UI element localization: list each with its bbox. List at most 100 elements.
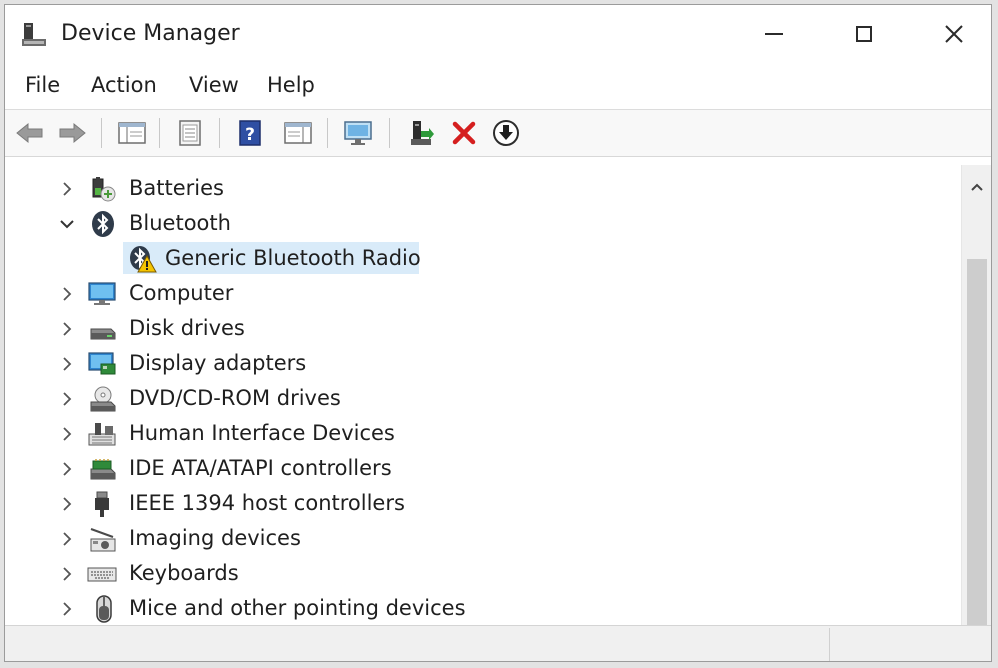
back-button[interactable] — [13, 117, 47, 149]
chevron-right-icon[interactable] — [57, 354, 77, 374]
tree-item-disk-drives[interactable]: Disk drives — [5, 312, 905, 346]
tree-item-keyboards[interactable]: Keyboards — [5, 557, 905, 591]
tree-item-label: Display adapters — [129, 351, 307, 375]
back-arrow-icon — [16, 122, 43, 144]
minimize-icon — [765, 33, 783, 35]
forward-arrow-icon — [59, 122, 86, 144]
show-hide-action-pane-button[interactable] — [281, 117, 315, 149]
tree-item-label: Human Interface Devices — [129, 421, 395, 445]
toolbar-separator — [327, 118, 328, 148]
chevron-right-icon[interactable] — [57, 179, 77, 199]
keyboard-icon — [87, 567, 117, 582]
close-icon — [945, 25, 963, 43]
tree-item-label: Computer — [129, 281, 234, 305]
tree-item-batteries[interactable]: Batteries — [5, 172, 905, 206]
chevron-right-icon[interactable] — [57, 284, 77, 304]
disable-down-arrow-icon — [493, 120, 519, 146]
uninstall-device-button[interactable] — [447, 117, 481, 149]
uninstall-x-icon — [452, 121, 476, 145]
device-manager-app-icon — [22, 23, 46, 46]
battery-icon — [92, 177, 116, 202]
tree-item-human-interface-devices[interactable]: Human Interface Devices — [5, 417, 905, 451]
disk-drive-icon — [90, 328, 116, 340]
tree-item-label: Batteries — [129, 176, 224, 200]
svg-text:?: ? — [245, 125, 255, 145]
toolbar-separator — [219, 118, 220, 148]
status-bar-divider — [829, 628, 830, 661]
tree-item-display-adapters[interactable]: Display adapters — [5, 347, 905, 381]
tree-item-label: Bluetooth — [129, 211, 231, 235]
show-hide-console-tree-button[interactable] — [115, 117, 149, 149]
chevron-right-icon[interactable] — [57, 494, 77, 514]
update-driver-button[interactable] — [403, 117, 437, 149]
tree-item-generic-bluetooth-radio[interactable]: Generic Bluetooth Radio — [5, 242, 905, 276]
tree-item-bluetooth[interactable]: Bluetooth — [5, 207, 905, 241]
chevron-down-icon[interactable] — [57, 214, 77, 234]
scroll-thumb[interactable] — [967, 259, 987, 625]
minimize-button[interactable] — [741, 5, 807, 63]
menu-file[interactable]: File — [23, 73, 62, 97]
tree-item-imaging-devices[interactable]: Imaging devices — [5, 522, 905, 556]
menu-help[interactable]: Help — [265, 73, 317, 97]
menu-view[interactable]: View — [187, 73, 241, 97]
mouse-icon — [96, 595, 112, 623]
scan-hardware-changes-button[interactable] — [341, 117, 375, 149]
window-title: Device Manager — [61, 21, 240, 46]
close-button[interactable] — [921, 5, 987, 63]
chevron-right-icon[interactable] — [57, 424, 77, 444]
tree-item-label: DVD/CD-ROM drives — [129, 386, 341, 410]
computer-icon — [88, 282, 116, 305]
disable-device-button[interactable] — [489, 117, 523, 149]
chevron-right-icon[interactable] — [57, 459, 77, 479]
chevron-right-icon[interactable] — [57, 564, 77, 584]
menu-bar: File Action View Help — [5, 63, 991, 109]
maximize-icon — [856, 26, 872, 42]
device-tree: Batteries Bluetooth Generic Bluetooth Ra… — [5, 165, 961, 625]
properties-button[interactable] — [173, 117, 207, 149]
vertical-scrollbar[interactable] — [961, 165, 991, 625]
tree-item-mice-and-other-pointing-devices[interactable]: Mice and other pointing devices — [5, 592, 905, 625]
tree-item-computer[interactable]: Computer — [5, 277, 905, 311]
toolbar-separator — [101, 118, 102, 148]
forward-button[interactable] — [55, 117, 89, 149]
bluetooth-warning-icon — [130, 246, 157, 273]
monitor-scan-icon — [344, 121, 372, 145]
tree-item-label: IEEE 1394 host controllers — [129, 491, 405, 515]
update-driver-icon — [411, 121, 434, 145]
status-bar — [5, 625, 991, 661]
bluetooth-icon — [92, 211, 114, 237]
toolbar-separator — [159, 118, 160, 148]
title-bar[interactable]: Device Manager — [5, 5, 991, 63]
maximize-button[interactable] — [831, 5, 897, 63]
tree-item-label: Keyboards — [129, 561, 239, 585]
toolbar: ? — [5, 109, 991, 157]
hid-icon — [88, 423, 116, 446]
tree-item-label: Disk drives — [129, 316, 245, 340]
help-icon: ? — [239, 120, 261, 146]
action-pane-icon — [284, 122, 312, 144]
display-adapter-icon — [88, 352, 116, 375]
help-button[interactable]: ? — [233, 117, 267, 149]
chevron-right-icon[interactable] — [57, 599, 77, 619]
camera-icon — [90, 528, 116, 552]
chevron-right-icon[interactable] — [57, 389, 77, 409]
dvd-drive-icon — [90, 386, 116, 412]
tree-item-dvd-cd-rom-drives[interactable]: DVD/CD-ROM drives — [5, 382, 905, 416]
ide-controller-icon — [90, 459, 116, 480]
device-manager-window: Device Manager File Action View Help ? B… — [4, 4, 992, 662]
tree-item-ide-ata-atapi-controllers[interactable]: IDE ATA/ATAPI controllers — [5, 452, 905, 486]
tree-item-label: Imaging devices — [129, 526, 301, 550]
tree-item-label: Generic Bluetooth Radio — [165, 246, 421, 270]
toolbar-separator — [389, 118, 390, 148]
menu-action[interactable]: Action — [89, 73, 159, 97]
tree-item-label: IDE ATA/ATAPI controllers — [129, 456, 392, 480]
chevron-right-icon[interactable] — [57, 529, 77, 549]
properties-icon — [179, 120, 201, 146]
tree-item-ieee-1394-host-controllers[interactable]: IEEE 1394 host controllers — [5, 487, 905, 521]
scroll-up-button[interactable] — [962, 175, 991, 199]
console-tree-icon — [118, 122, 146, 144]
chevron-up-icon — [971, 183, 983, 191]
ieee1394-icon — [95, 491, 109, 517]
tree-item-label: Mice and other pointing devices — [129, 596, 466, 620]
chevron-right-icon[interactable] — [57, 319, 77, 339]
